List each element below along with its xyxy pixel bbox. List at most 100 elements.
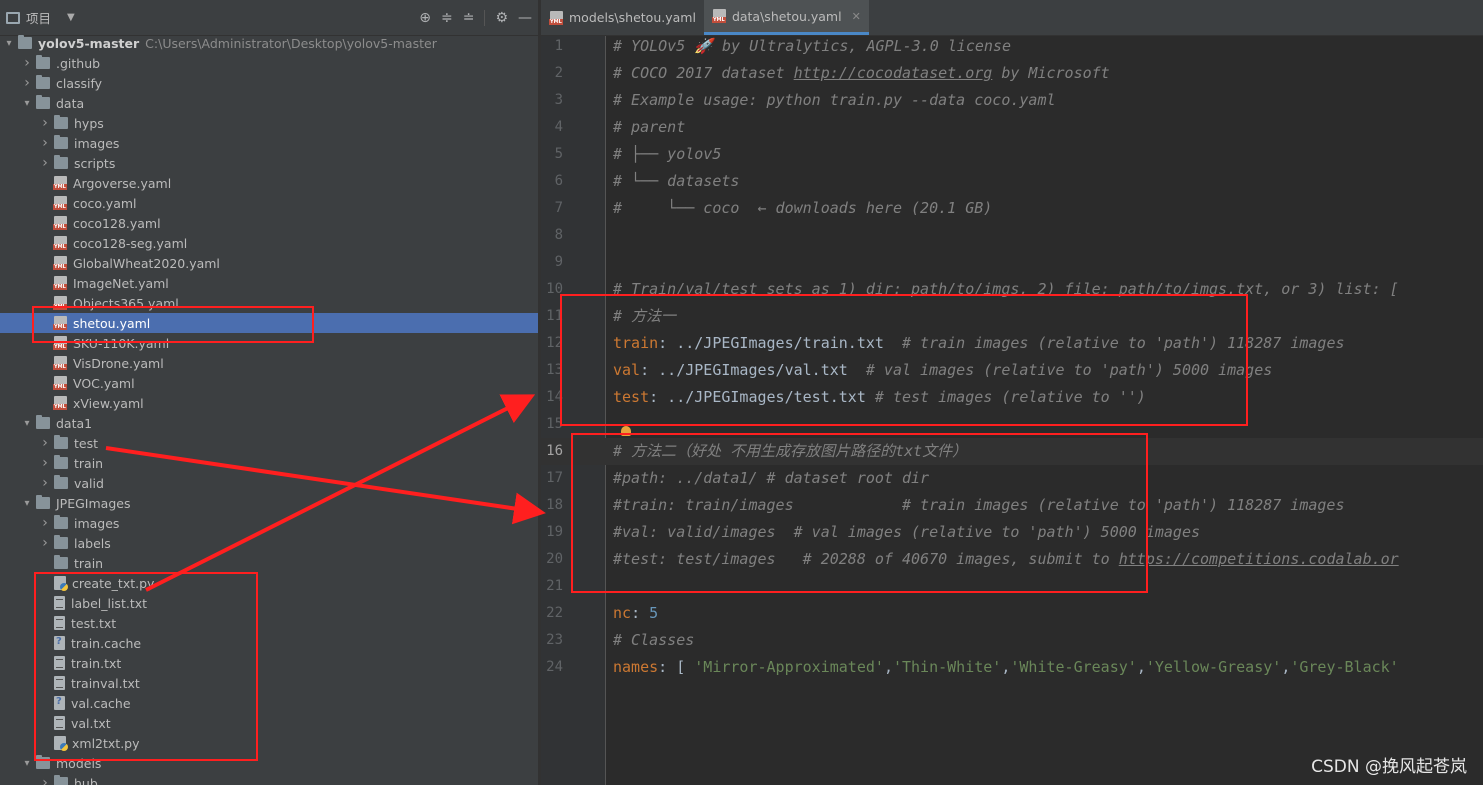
chevron-right-icon[interactable]: › [39,435,51,451]
tree-item[interactable]: ImageNet.yaml [0,273,538,293]
code-line[interactable]: 19 #val: valid/images # val images (relat… [541,519,1483,546]
chevron-down-icon[interactable]: ▾ [21,498,33,509]
chevron-right-icon[interactable]: › [39,135,51,151]
code-line[interactable]: 1 # YOLOv5 🚀 by Ultralytics, AGPL-3.0 lic… [541,33,1483,60]
tree-item[interactable]: coco128.yaml [0,213,538,233]
tree-item[interactable]: val.txt [0,713,538,733]
code-line[interactable]: 20 #test: test/images # 20288 of 40670 im… [541,546,1483,573]
tree-item[interactable]: test.txt [0,613,538,633]
tree-item[interactable]: › .github [0,53,538,73]
tree-item[interactable]: xml2txt.py [0,733,538,753]
code-line[interactable]: 2 # COCO 2017 dataset http://cocodataset.… [541,60,1483,87]
gear-icon[interactable]: ⚙ [495,10,508,26]
code-line[interactable]: 10 # Train/val/test sets as 1) dir: path/… [541,276,1483,303]
editor-tab[interactable]: data\shetou.yaml ✕ [703,0,869,35]
code-text: #path: ../data1/ # dataset root dir [613,465,929,492]
tree-item[interactable]: › classify [0,73,538,93]
line-number: 19 [546,524,563,540]
intention-bulb-icon[interactable] [621,426,631,436]
code-text: train: ../JPEGImages/train.txt # train i… [613,330,1345,357]
code-line[interactable]: 22 nc: 5 [541,600,1483,627]
folder-icon [54,455,68,469]
tree-item[interactable]: coco.yaml [0,193,538,213]
code-token: http://cocodataset.org [793,64,993,82]
code-line[interactable]: 6 # └── datasets [541,168,1483,195]
code-line[interactable]: 3 # Example usage: python train.py --data… [541,87,1483,114]
code-line[interactable]: 12 train: ../JPEGImages/train.txt # train… [541,330,1483,357]
code-line[interactable]: 24 names: [ 'Mirror-Approximated','Thin-W… [541,654,1483,681]
code-line[interactable]: 14 test: ../JPEGImages/test.txt # test im… [541,384,1483,411]
chevron-right-icon[interactable]: › [39,515,51,531]
tree-item[interactable]: › hyps [0,113,538,133]
chevron-down-icon[interactable]: ▾ [21,418,33,429]
tree-item[interactable]: › scripts [0,153,538,173]
tree-item[interactable]: VOC.yaml [0,373,538,393]
yaml-file-icon [711,9,726,23]
locate-icon[interactable]: ⊕ [419,10,431,26]
hide-panel-icon[interactable]: — [518,10,532,26]
close-icon[interactable]: ✕ [852,10,861,23]
toolbar-divider [484,9,486,26]
tree-item[interactable]: ▾ data1 [0,413,538,433]
tree-item[interactable]: shetou.yaml [0,313,538,333]
code-line[interactable]: 23 # Classes [541,627,1483,654]
code-line[interactable]: 9 [541,249,1483,276]
tree-item-label: yolov5-master [38,35,140,51]
chevron-down-icon[interactable]: ▾ [3,38,15,49]
tree-item[interactable]: ▾ models [0,753,538,773]
code-line[interactable]: 16 # 方法二（好处 不用生成存放图片路径的txt文件） [541,426,1483,465]
tree-item[interactable]: SKU-110K.yaml [0,333,538,353]
chevron-right-icon[interactable]: › [21,55,33,71]
chevron-right-icon[interactable]: › [39,455,51,471]
code-view[interactable]: 1 # YOLOv5 🚀 by Ultralytics, AGPL-3.0 lic… [541,33,1483,681]
chevron-right-icon[interactable]: › [39,475,51,491]
tree-item[interactable]: trainval.txt [0,673,538,693]
code-line[interactable]: 17 #path: ../data1/ # dataset root dir [541,465,1483,492]
tree-item[interactable]: coco128-seg.yaml [0,233,538,253]
tree-item-label: Objects365.yaml [73,295,179,311]
tree-item[interactable]: › test [0,433,538,453]
chevron-right-icon[interactable]: › [39,115,51,131]
code-line[interactable]: 21 [541,573,1483,600]
code-line[interactable]: 5 # ├── yolov5 [541,141,1483,168]
tree-item[interactable]: › images [0,513,538,533]
collapse-all-icon[interactable]: ≐ [463,10,475,26]
tree-item[interactable]: val.cache [0,693,538,713]
tree-item[interactable]: Argoverse.yaml [0,173,538,193]
line-number: 24 [546,659,563,675]
chevron-right-icon[interactable]: › [39,535,51,551]
tree-item[interactable]: › valid [0,473,538,493]
tree-item[interactable]: train [0,553,538,573]
tree-item[interactable]: create_txt.py [0,573,538,593]
tree-item[interactable]: › images [0,133,538,153]
tree-item[interactable]: ▾ JPEGImages [0,493,538,513]
chevron-down-icon[interactable]: ▾ [21,758,33,769]
tree-item[interactable]: ▾ data [0,93,538,113]
tree-item[interactable]: ▾ yolov5-master C:\Users\Administrator\Des… [0,33,538,53]
code-line[interactable]: 7 # └── coco ← downloads here (20.1 GB) [541,195,1483,222]
tree-item[interactable]: GlobalWheat2020.yaml [0,253,538,273]
code-line[interactable]: 18 #train: train/images # train images (r… [541,492,1483,519]
code-line[interactable]: 13 val: ../JPEGImages/val.txt # val image… [541,357,1483,384]
tree-item[interactable]: train.cache [0,633,538,653]
chevron-right-icon[interactable]: › [39,155,51,171]
project-view-selector[interactable]: 项目 ▼ [6,8,75,27]
expand-all-icon[interactable]: ≑ [441,10,453,26]
tree-item[interactable]: train.txt [0,653,538,673]
tree-item[interactable]: › hub [0,773,538,785]
chevron-down-icon[interactable]: ▾ [21,98,33,109]
code-line[interactable]: 11 # 方法一 [541,303,1483,330]
folder-icon [54,475,68,489]
tree-item[interactable]: label_list.txt [0,593,538,613]
code-line[interactable]: 8 [541,222,1483,249]
chevron-right-icon[interactable]: › [39,775,51,785]
chevron-right-icon[interactable]: › [21,75,33,91]
tree-item[interactable]: › train [0,453,538,473]
tree-item[interactable]: › labels [0,533,538,553]
tree-item[interactable]: VisDrone.yaml [0,353,538,373]
code-line[interactable]: 15 [541,411,1483,438]
tree-item[interactable]: Objects365.yaml [0,293,538,313]
code-line[interactable]: 4 # parent [541,114,1483,141]
editor-tab[interactable]: models\shetou.yaml [541,0,704,35]
tree-item[interactable]: xView.yaml [0,393,538,413]
